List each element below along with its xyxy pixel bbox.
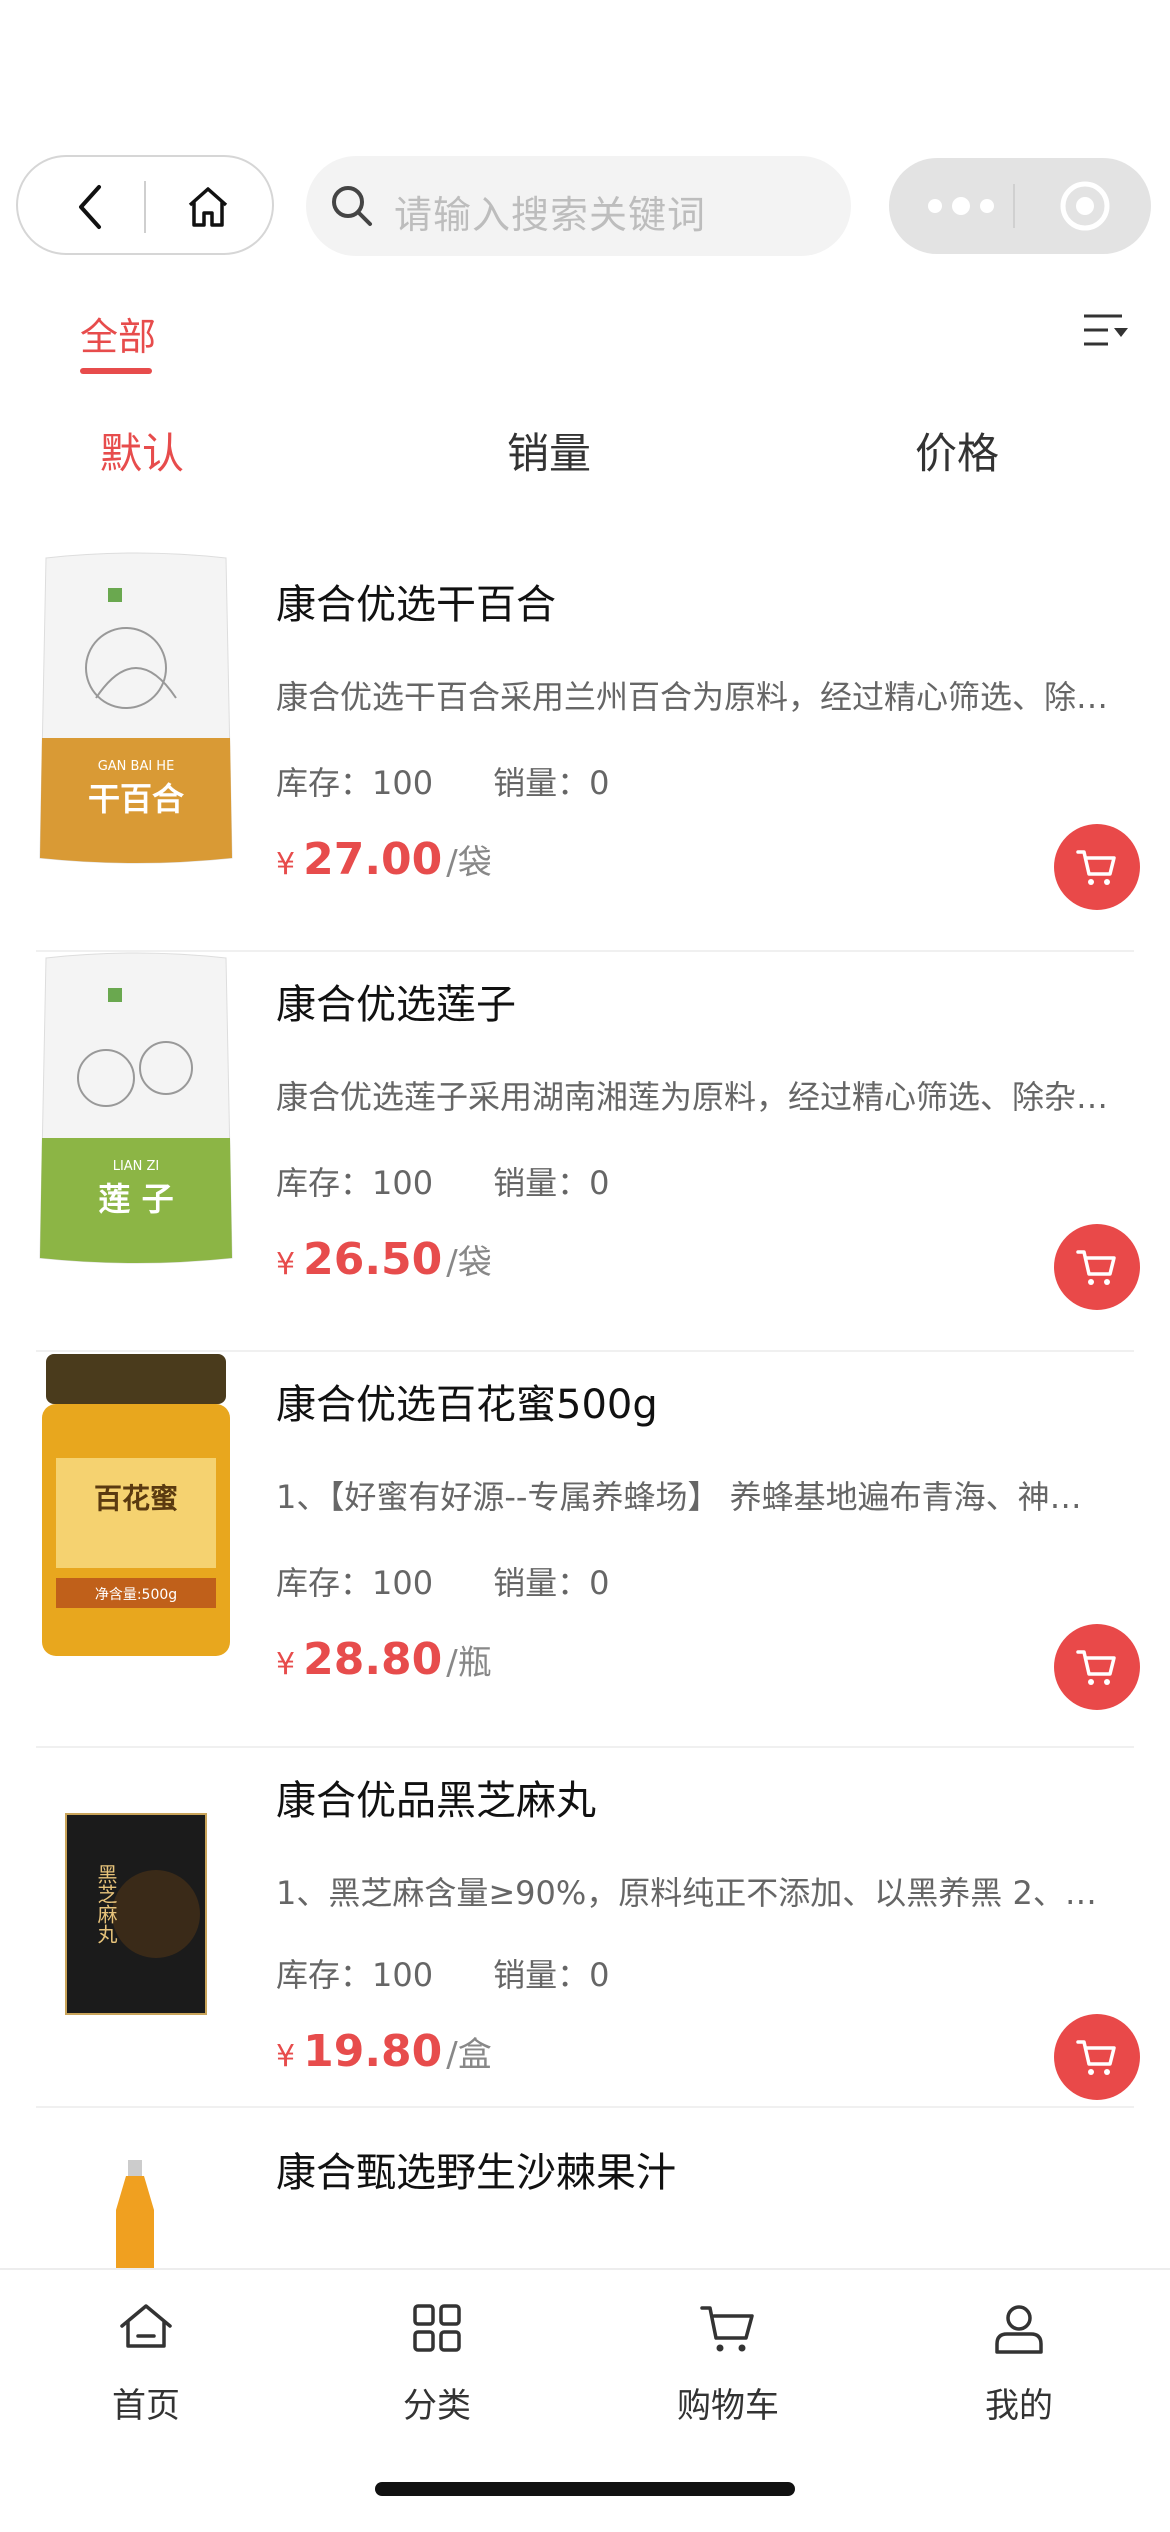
product-meta: 库存：100 销量：0 [276,758,609,804]
cart-icon [1076,850,1116,885]
product-image: 百花蜜 净含量:500g [42,1354,230,1656]
product-price: ¥19.80/盒 [276,2026,492,2077]
tab-home-label: 首页 [112,2386,180,2426]
product-card[interactable]: LIAN ZI 莲 子 康合优选莲子 康合优选莲子采用湖南湘莲为原料，经过精心筛… [0,948,1170,1348]
product-image [116,2160,154,2268]
filter-icon[interactable] [1082,310,1130,354]
nav-capsule [16,155,274,255]
tab-profile-label: 我的 [985,2386,1053,2426]
product-description: 康合优选干百合采用兰州百合为原料，经过精心筛选、除… [276,678,1109,716]
product-image-title: 黑芝麻丸 [94,1864,118,1944]
tab-cart-label: 购物车 [677,2386,779,2426]
capsule-divider [1013,184,1015,228]
search-icon [332,186,372,226]
currency-symbol: ¥ [276,847,296,882]
product-card[interactable]: 康合甄选野生沙棘果汁 [0,2118,1170,2268]
product-image-pinyin: GAN BAI HE [98,759,175,774]
home-icon [188,187,228,227]
product-image-title: 莲 子 [98,1180,173,1218]
add-to-cart-button[interactable] [1054,1624,1140,1710]
product-meta: 库存：100 销量：0 [276,1950,609,1996]
product-description: 康合优选莲子采用湖南湘莲为原料，经过精心筛选、除杂… [276,1078,1109,1116]
sort-default[interactable]: 默认 [100,420,184,481]
tab-category-label: 分类 [403,2386,471,2426]
product-card[interactable]: GAN BAI HE 干百合 康合优选干百合 康合优选干百合采用兰州百合为原料，… [0,548,1170,948]
more-button[interactable] [925,192,997,220]
product-image: 黑芝麻丸 [65,1813,207,2015]
product-price: ¥26.50/袋 [276,1234,492,1285]
product-price: ¥28.80/瓶 [276,1634,492,1685]
price-unit: /袋 [446,1243,492,1283]
sales-label: 销量：0 [493,1564,610,1602]
product-description: 1、【好蜜有好源--专属养蜂场】 养蜂基地遍布青海、神… [276,1478,1082,1516]
home-indicator [375,2482,795,2496]
tab-home[interactable]: 首页 [66,2298,226,2428]
dot-icon [952,197,970,215]
product-card[interactable]: 百花蜜 净含量:500g 康合优选百花蜜500g 1、【好蜜有好源--专属养蜂场… [0,1348,1170,1748]
sales-label: 销量：0 [493,1956,610,1994]
add-to-cart-button[interactable] [1054,824,1140,910]
product-name[interactable]: 康合优选百花蜜500g [276,1372,658,1430]
tab-cart[interactable]: 购物车 [648,2298,808,2428]
product-name[interactable]: 康合甄选野生沙棘果汁 [276,2140,676,2198]
price-value: 19.80 [303,2026,443,2077]
stock-label: 库存：100 [276,764,434,802]
dot-icon [928,199,942,213]
tab-active-indicator [80,368,152,374]
currency-symbol: ¥ [276,1247,296,1282]
price-unit: /袋 [446,843,492,883]
currency-symbol: ¥ [276,2039,296,2074]
price-value: 28.80 [303,1634,443,1685]
price-unit: /盒 [446,2035,492,2075]
close-miniprogram-icon[interactable] [1059,180,1111,232]
product-meta: 库存：100 销量：0 [276,1158,609,1204]
cart-icon [1076,1250,1116,1285]
product-description: 1、黑芝麻含量≥90%，原料纯正不添加、以黑养黑 2、… [276,1874,1097,1912]
search-bar[interactable]: 请输入搜索关键词 [306,156,851,256]
cart-icon [1076,2040,1116,2075]
product-card[interactable]: 黑芝麻丸 康合优品黑芝麻丸 1、黑芝麻含量≥90%，原料纯正不添加、以黑养黑 2… [0,1744,1170,2144]
stock-label: 库存：100 [276,1564,434,1602]
price-unit: /瓶 [446,1643,492,1683]
sort-sales[interactable]: 销量 [507,420,591,481]
list-divider [36,2106,1134,2108]
sales-label: 销量：0 [493,1164,610,1202]
product-image-title: 干百合 [88,780,184,818]
back-button[interactable] [60,183,120,231]
product-image-pinyin: LIAN ZI [113,1159,160,1174]
product-name[interactable]: 康合优品黑芝麻丸 [276,1768,596,1826]
price-value: 26.50 [303,1234,443,1285]
category-grid-icon [413,2304,461,2352]
product-image: LIAN ZI 莲 子 [39,952,233,1264]
stock-label: 库存：100 [276,1164,434,1202]
tab-all[interactable]: 全部 [80,306,156,361]
miniprogram-capsule [889,158,1151,254]
price-value: 27.00 [303,834,443,885]
nav-divider [144,181,146,233]
product-name[interactable]: 康合优选干百合 [276,572,556,630]
home-button[interactable] [178,179,238,235]
sales-label: 销量：0 [493,764,610,802]
dot-icon [980,199,994,213]
tab-category[interactable]: 分类 [357,2298,517,2428]
product-meta: 库存：100 销量：0 [276,1558,609,1604]
add-to-cart-button[interactable] [1054,2014,1140,2100]
chevron-left-icon [79,185,101,229]
product-image-title: 百花蜜 [94,1482,178,1515]
profile-icon [995,2305,1043,2354]
add-to-cart-button[interactable] [1054,1224,1140,1310]
home-icon [120,2304,172,2348]
sort-price[interactable]: 价格 [915,420,999,481]
search-placeholder: 请输入搜索关键词 [394,193,707,237]
cart-icon [1076,1650,1116,1685]
tab-profile[interactable]: 我的 [939,2298,1099,2428]
product-name[interactable]: 康合优选莲子 [276,972,516,1030]
product-image-subtitle: 净含量:500g [95,1587,177,1603]
stock-label: 库存：100 [276,1956,434,1994]
product-price: ¥27.00/袋 [276,834,492,885]
currency-symbol: ¥ [276,1647,296,1682]
product-image: GAN BAI HE 干百合 [39,552,233,864]
cart-icon [700,2306,754,2352]
